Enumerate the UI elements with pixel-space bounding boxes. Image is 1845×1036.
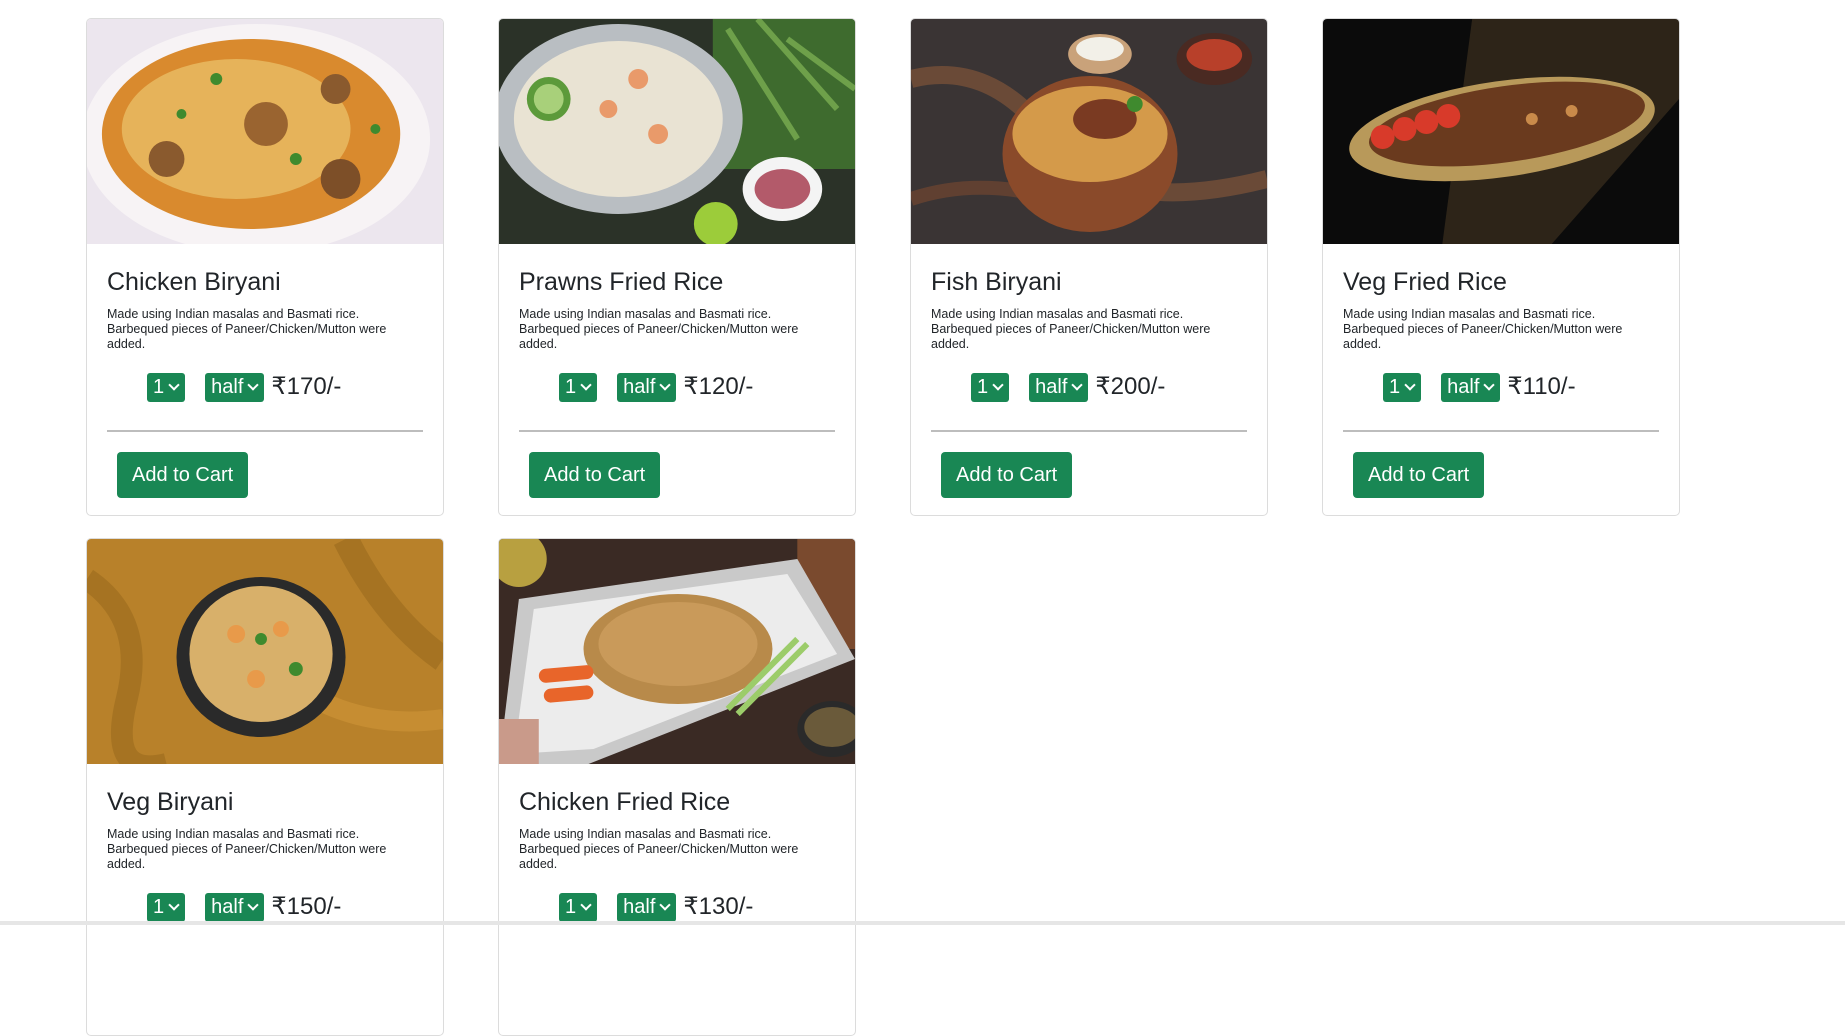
chevron-down-icon — [1404, 379, 1415, 390]
veg-fried-rice-photo — [1323, 19, 1679, 244]
portion-value: half — [623, 896, 655, 919]
dish-title: Prawns Fried Rice — [519, 267, 835, 297]
quantity-select[interactable]: 1 — [559, 373, 597, 402]
quantity-select[interactable]: 1 — [971, 373, 1009, 402]
add-to-cart-button[interactable]: Add to Cart — [529, 452, 660, 498]
portion-select[interactable]: half — [205, 373, 264, 402]
prawns-fried-rice-photo — [499, 19, 855, 244]
portion-value: half — [211, 376, 243, 399]
dish-description: Made using Indian masalas and Basmati ri… — [107, 827, 423, 872]
add-to-cart-button[interactable]: Add to Cart — [117, 452, 248, 498]
dish-description: Made using Indian masalas and Basmati ri… — [519, 307, 835, 352]
dish-price: ₹150/- — [271, 895, 341, 919]
food-card-fish-biryani: Fish Biryani Made using Indian masalas a… — [910, 18, 1268, 516]
order-controls: 1 half ₹200/- — [931, 372, 1247, 402]
fish-biryani-photo — [911, 19, 1267, 244]
chevron-down-icon — [992, 379, 1003, 390]
order-controls: 1 half ₹170/- — [107, 372, 423, 402]
chevron-down-icon — [1484, 379, 1495, 390]
portion-value: half — [211, 896, 243, 919]
quantity-value: 1 — [977, 376, 988, 399]
horizontal-scrollbar[interactable] — [0, 921, 1845, 925]
food-card-prawns-fried-rice: Prawns Fried Rice Made using Indian masa… — [498, 18, 856, 516]
dish-description: Made using Indian masalas and Basmati ri… — [107, 307, 423, 352]
quantity-select[interactable]: 1 — [1383, 373, 1421, 402]
chicken-fried-rice-photo — [499, 539, 855, 764]
dish-title: Chicken Biryani — [107, 267, 423, 297]
quantity-value: 1 — [153, 896, 164, 919]
quantity-select[interactable]: 1 — [147, 893, 185, 922]
order-controls: 1 half ₹130/- — [519, 892, 835, 922]
food-card-chicken-fried-rice: Chicken Fried Rice Made using Indian mas… — [498, 538, 856, 1036]
chevron-down-icon — [248, 899, 259, 910]
quantity-value: 1 — [565, 896, 576, 919]
chevron-down-icon — [168, 379, 179, 390]
add-to-cart-button[interactable]: Add to Cart — [941, 452, 1072, 498]
portion-select[interactable]: half — [617, 373, 676, 402]
dish-title: Veg Biryani — [107, 787, 423, 817]
dish-price: ₹170/- — [271, 375, 341, 399]
quantity-value: 1 — [565, 376, 576, 399]
portion-value: half — [1447, 376, 1479, 399]
chicken-biryani-photo — [87, 19, 443, 244]
portion-select[interactable]: half — [1441, 373, 1500, 402]
divider — [107, 430, 423, 432]
add-to-cart-button[interactable]: Add to Cart — [1353, 452, 1484, 498]
order-controls: 1 half ₹110/- — [1343, 372, 1659, 402]
dish-description: Made using Indian masalas and Basmati ri… — [1343, 307, 1659, 352]
portion-value: half — [1035, 376, 1067, 399]
food-card-veg-biryani: Veg Biryani Made using Indian masalas an… — [86, 538, 444, 1036]
quantity-value: 1 — [153, 376, 164, 399]
dish-price: ₹120/- — [683, 375, 753, 399]
chevron-down-icon — [168, 899, 179, 910]
dish-price: ₹200/- — [1095, 375, 1165, 399]
divider — [931, 430, 1247, 432]
dish-title: Veg Fried Rice — [1343, 267, 1659, 297]
dish-title: Fish Biryani — [931, 267, 1247, 297]
chevron-down-icon — [248, 379, 259, 390]
quantity-value: 1 — [1389, 376, 1400, 399]
order-controls: 1 half ₹150/- — [107, 892, 423, 922]
food-card-chicken-biryani: Chicken Biryani Made using Indian masala… — [86, 18, 444, 516]
portion-select[interactable]: half — [617, 893, 676, 922]
portion-select[interactable]: half — [205, 893, 264, 922]
chevron-down-icon — [1072, 379, 1083, 390]
dish-description: Made using Indian masalas and Basmati ri… — [519, 827, 835, 872]
menu-grid: Chicken Biryani Made using Indian masala… — [86, 18, 1682, 1036]
portion-value: half — [623, 376, 655, 399]
veg-biryani-photo — [87, 539, 443, 764]
food-card-veg-fried-rice: Veg Fried Rice Made using Indian masalas… — [1322, 18, 1680, 516]
chevron-down-icon — [580, 379, 591, 390]
quantity-select[interactable]: 1 — [147, 373, 185, 402]
dish-price: ₹110/- — [1507, 375, 1575, 399]
divider — [1343, 430, 1659, 432]
dish-description: Made using Indian masalas and Basmati ri… — [931, 307, 1247, 352]
portion-select[interactable]: half — [1029, 373, 1088, 402]
dish-price: ₹130/- — [683, 895, 753, 919]
chevron-down-icon — [580, 899, 591, 910]
divider — [519, 430, 835, 432]
quantity-select[interactable]: 1 — [559, 893, 597, 922]
chevron-down-icon — [660, 899, 671, 910]
dish-title: Chicken Fried Rice — [519, 787, 835, 817]
chevron-down-icon — [660, 379, 671, 390]
order-controls: 1 half ₹120/- — [519, 372, 835, 402]
